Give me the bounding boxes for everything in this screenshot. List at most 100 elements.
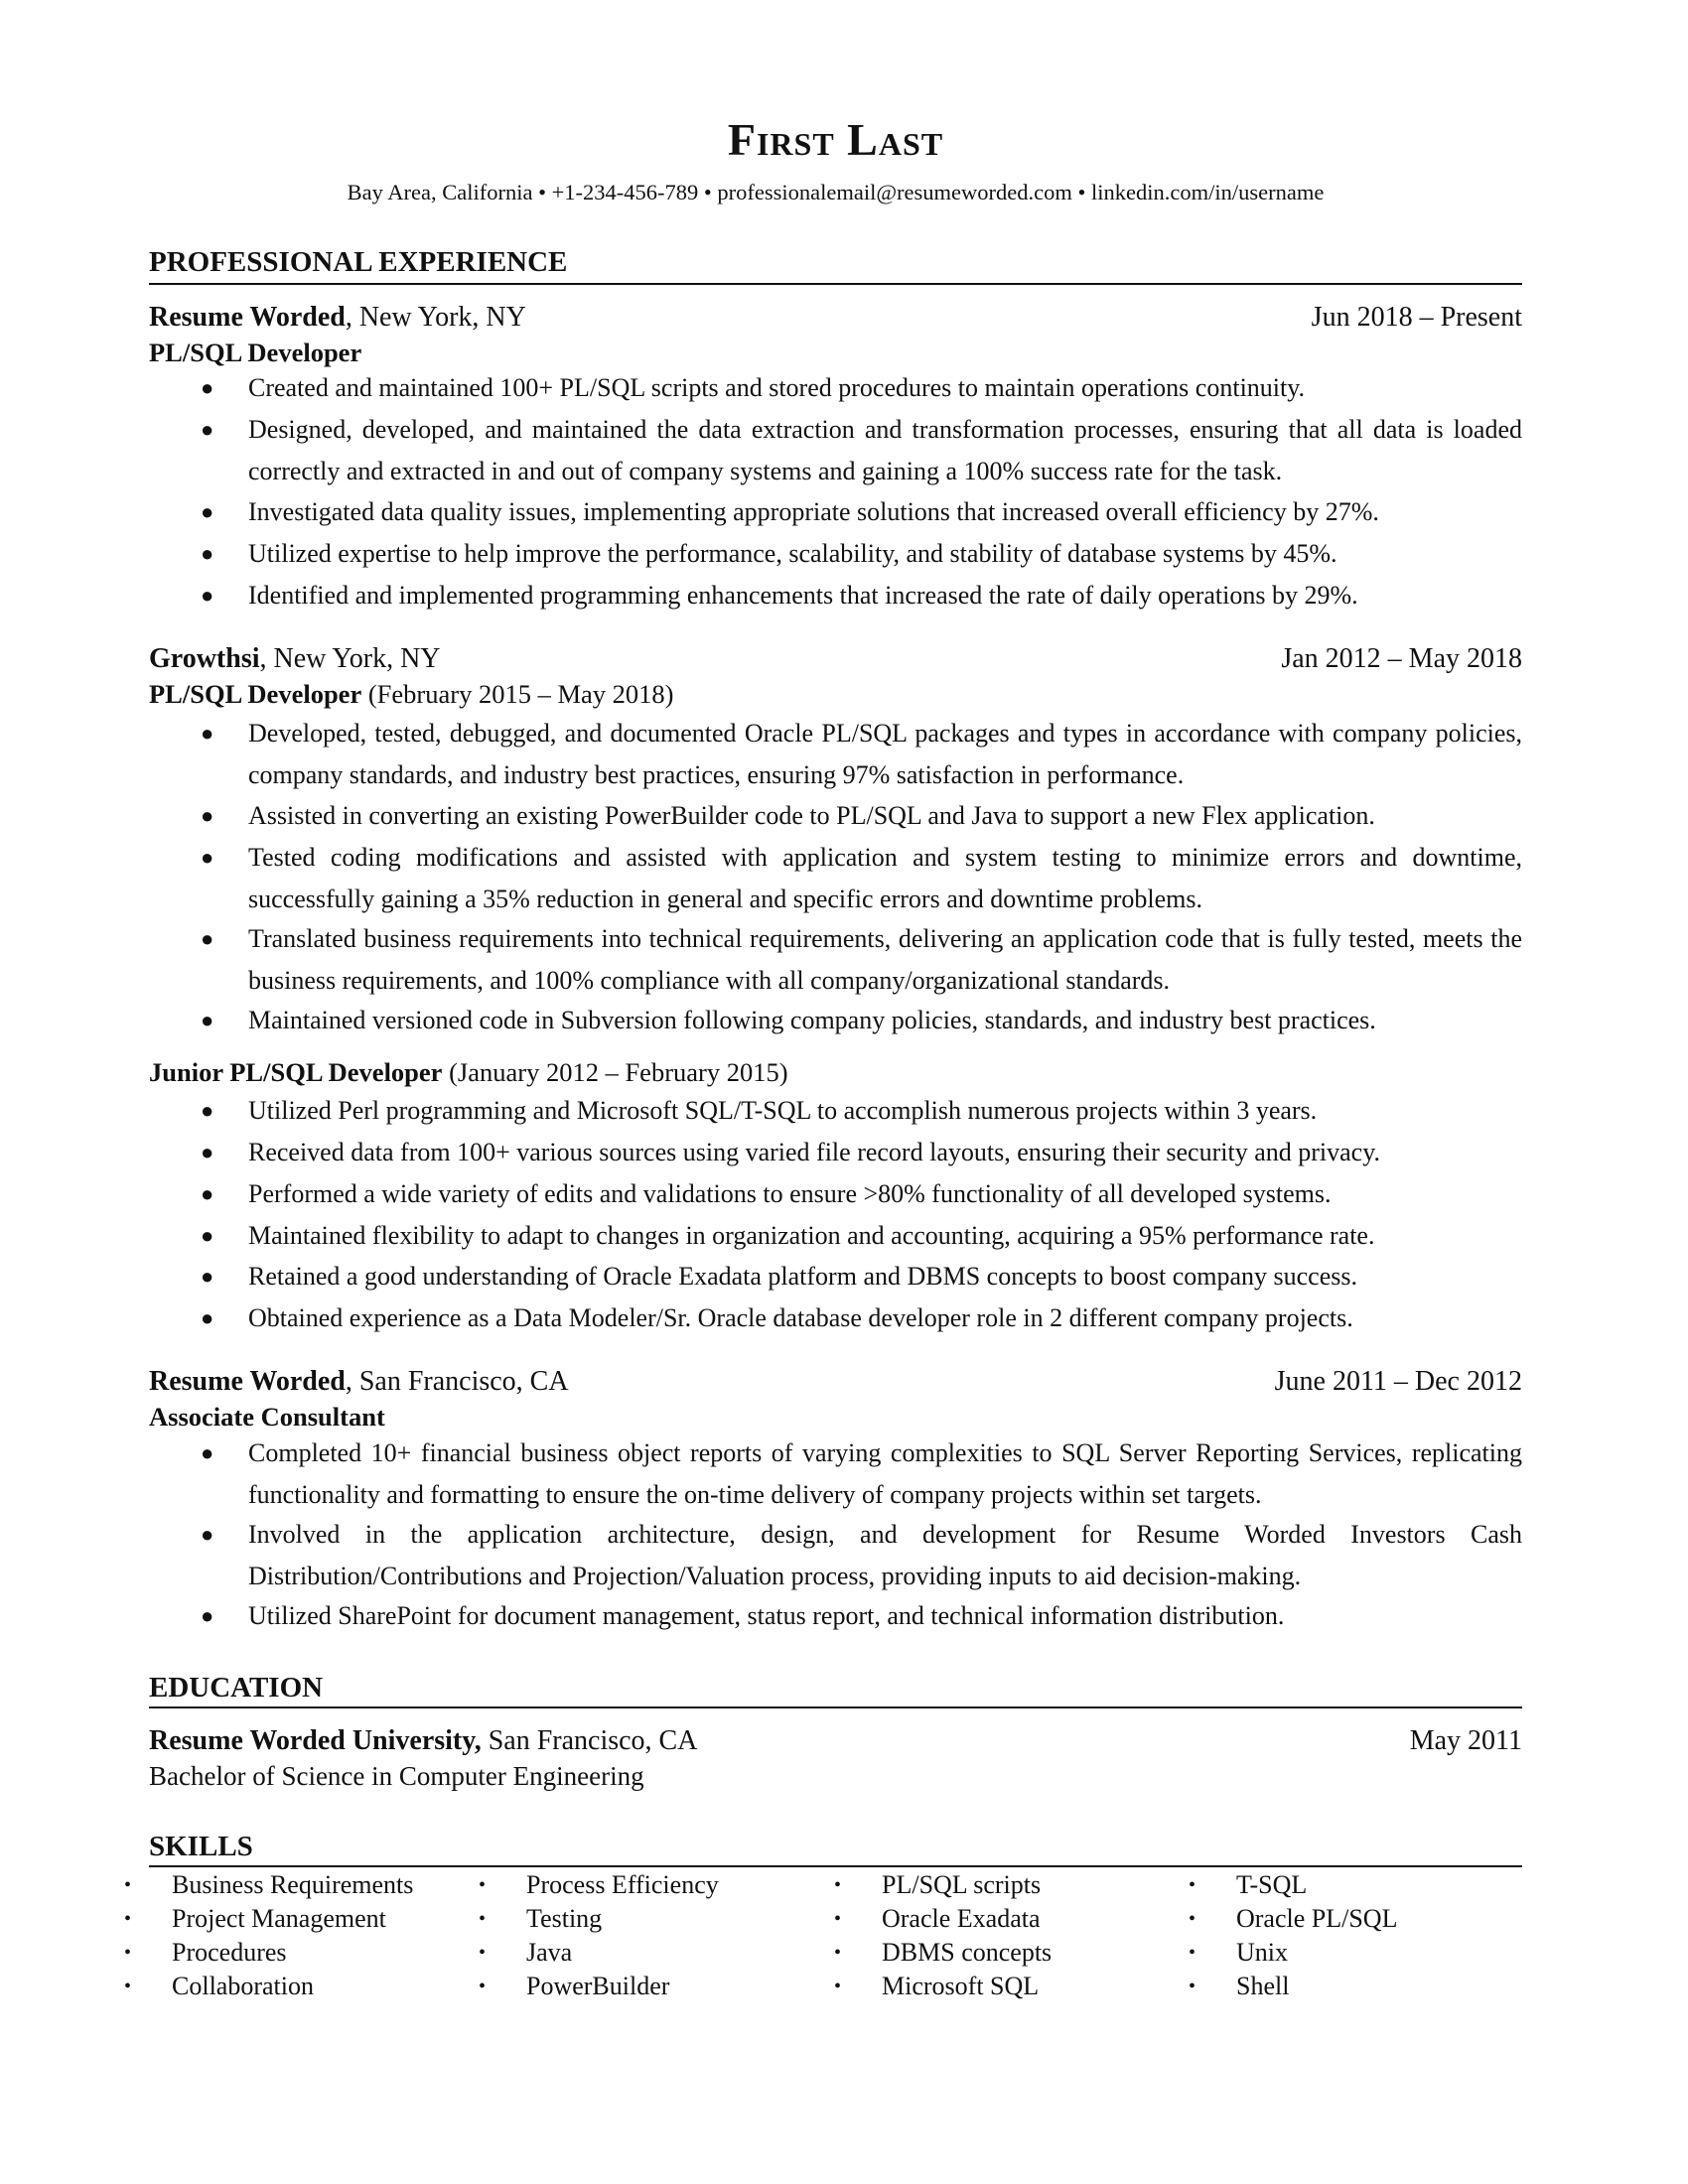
bullet-text: Investigated data quality issues, implem… xyxy=(248,497,1379,526)
bullet-icon: ● xyxy=(201,499,214,524)
bullet-text: Obtained experience as a Data Modeler/Sr… xyxy=(248,1303,1353,1332)
bullet-icon: • xyxy=(124,1908,132,1930)
job-dates: June 2011 – Dec 2012 xyxy=(1274,1366,1522,1397)
bullet-icon: • xyxy=(479,1942,487,1964)
job-title: PL/SQL Developer (February 2015 – May 20… xyxy=(149,681,673,708)
section-divider xyxy=(149,283,1522,285)
graduation-date: May 2011 xyxy=(1409,1725,1522,1756)
bullet-icon: ● xyxy=(201,583,214,608)
bullet-text: Utilized Perl programming and Microsoft … xyxy=(248,1096,1318,1125)
skill-label: Java xyxy=(526,1938,573,1967)
bullet-text: Performed a wide variety of edits and va… xyxy=(248,1179,1332,1208)
candidate-name: First Last xyxy=(727,114,944,165)
skill-label: Testing xyxy=(526,1904,603,1933)
bullet-icon: ● xyxy=(201,1098,214,1123)
job-header: Resume Worded, San Francisco, CA June 20… xyxy=(149,1368,1522,1396)
section-title-skills: SKILLS xyxy=(149,1831,253,1862)
bullet-icon: • xyxy=(834,1874,842,1896)
bullet-icon: ● xyxy=(201,721,214,746)
bullet-text: Utilized expertise to help improve the p… xyxy=(248,539,1337,568)
company-name: Resume Worded xyxy=(149,302,346,333)
bullet-icon: ● xyxy=(201,1264,214,1289)
bullet-text: Tested coding modifications and assisted… xyxy=(248,843,1522,913)
bullet-icon: • xyxy=(1189,1942,1196,1964)
skill-label: PowerBuilder xyxy=(526,1972,670,2000)
bullet-icon: ● xyxy=(201,541,214,566)
skill-label: Process Efficiency xyxy=(526,1870,719,1899)
skill-label: Unix xyxy=(1236,1938,1288,1967)
bullet-text: Involved in the application architecture… xyxy=(248,1520,1522,1590)
bullet-text: Translated business requirements into te… xyxy=(248,924,1522,995)
bullet-icon: ● xyxy=(201,1008,214,1032)
skill-label: Procedures xyxy=(172,1938,287,1967)
bullet-text: Designed, developed, and maintained the … xyxy=(248,415,1522,485)
bullet-icon: • xyxy=(479,1976,487,1997)
section-divider xyxy=(149,1706,1522,1708)
bullet-text: Created and maintained 100+ PL/SQL scrip… xyxy=(248,373,1306,402)
bullet-icon: • xyxy=(834,1908,842,1930)
skill-label: Collaboration xyxy=(172,1972,314,2000)
skill-label: Business Requirements xyxy=(172,1870,414,1899)
section-title-experience: PROFESSIONAL EXPERIENCE xyxy=(149,246,568,278)
skill-label: Oracle Exadata xyxy=(882,1904,1041,1933)
job-title: Junior PL/SQL Developer (January 2012 – … xyxy=(149,1059,788,1086)
job-dates: Jun 2018 – Present xyxy=(1311,302,1522,333)
role-title: Junior PL/SQL Developer xyxy=(149,1057,443,1087)
bullet-icon: • xyxy=(124,1942,132,1964)
bullet-text: Utilized SharePoint for document managem… xyxy=(248,1601,1285,1630)
bullet-icon: • xyxy=(124,1976,132,1997)
bullet-icon: • xyxy=(834,1976,842,1997)
job-title: PL/SQL Developer xyxy=(149,340,361,366)
bullet-text: Assisted in converting an existing Power… xyxy=(248,801,1375,830)
role-title: PL/SQL Developer xyxy=(149,338,362,367)
bullet-icon: ● xyxy=(201,1522,214,1547)
bullet-text: Developed, tested, debugged, and documen… xyxy=(248,719,1522,789)
bullet-icon: ● xyxy=(201,926,214,951)
job-header: Resume Worded, New York, NY Jun 2018 – P… xyxy=(149,304,1522,332)
skill-label: T-SQL xyxy=(1236,1870,1308,1899)
company-name: Resume Worded xyxy=(149,1366,346,1397)
bullet-icon: ● xyxy=(201,1140,214,1164)
degree: Bachelor of Science in Computer Engineer… xyxy=(149,1761,644,1791)
job-location: , New York, NY xyxy=(259,643,441,674)
skill-label: PL/SQL scripts xyxy=(882,1870,1042,1899)
school-location: San Francisco, CA xyxy=(481,1725,698,1756)
bullet-icon: ● xyxy=(201,1223,214,1248)
education-header: Resume Worded University, San Francisco,… xyxy=(149,1727,1522,1755)
bullet-text: Maintained flexibility to adapt to chang… xyxy=(248,1221,1375,1250)
job-title: Associate Consultant xyxy=(149,1404,385,1431)
bullet-icon: • xyxy=(479,1908,487,1930)
bullet-text: Received data from 100+ various sources … xyxy=(248,1138,1381,1166)
role-title: Associate Consultant xyxy=(149,1402,385,1432)
school-name: Resume Worded University, xyxy=(149,1725,482,1756)
bullet-text: Completed 10+ financial business object … xyxy=(248,1438,1522,1509)
section-divider xyxy=(149,1865,1522,1867)
bullet-icon: • xyxy=(1189,1874,1196,1896)
bullet-icon: • xyxy=(1189,1976,1196,1997)
skill-label: Project Management xyxy=(172,1904,386,1933)
skill-label: DBMS concepts xyxy=(882,1938,1053,1967)
company-name: Growthsi xyxy=(149,643,260,674)
section-title-education: EDUCATION xyxy=(149,1672,324,1704)
job-location: , San Francisco, CA xyxy=(345,1366,569,1397)
role-period: (January 2012 – February 2015) xyxy=(442,1057,788,1087)
job-header: Growthsi, New York, NY Jan 2012 – May 20… xyxy=(149,645,1522,673)
skill-label: Shell xyxy=(1236,1972,1290,2000)
bullet-icon: ● xyxy=(201,845,214,870)
bullet-icon: • xyxy=(479,1874,487,1896)
contact-line: Bay Area, California • +1-234-456-789 • … xyxy=(347,180,1325,205)
bullet-text: Identified and implemented programming e… xyxy=(248,581,1358,610)
skill-label: Oracle PL/SQL xyxy=(1236,1904,1398,1933)
role-title: PL/SQL Developer xyxy=(149,679,362,709)
job-location: , New York, NY xyxy=(345,302,526,333)
bullet-icon: ● xyxy=(201,1603,214,1628)
bullet-text: Retained a good understanding of Oracle … xyxy=(248,1262,1357,1291)
bullet-icon: ● xyxy=(201,1440,214,1465)
bullet-icon: ● xyxy=(201,803,214,828)
bullet-icon: • xyxy=(124,1874,132,1896)
job-dates: Jan 2012 – May 2018 xyxy=(1281,643,1522,674)
bullet-text: Maintained versioned code in Subversion … xyxy=(248,1006,1376,1034)
bullet-icon: ● xyxy=(201,417,214,442)
bullet-icon: • xyxy=(1189,1908,1196,1930)
bullet-icon: ● xyxy=(201,375,214,400)
